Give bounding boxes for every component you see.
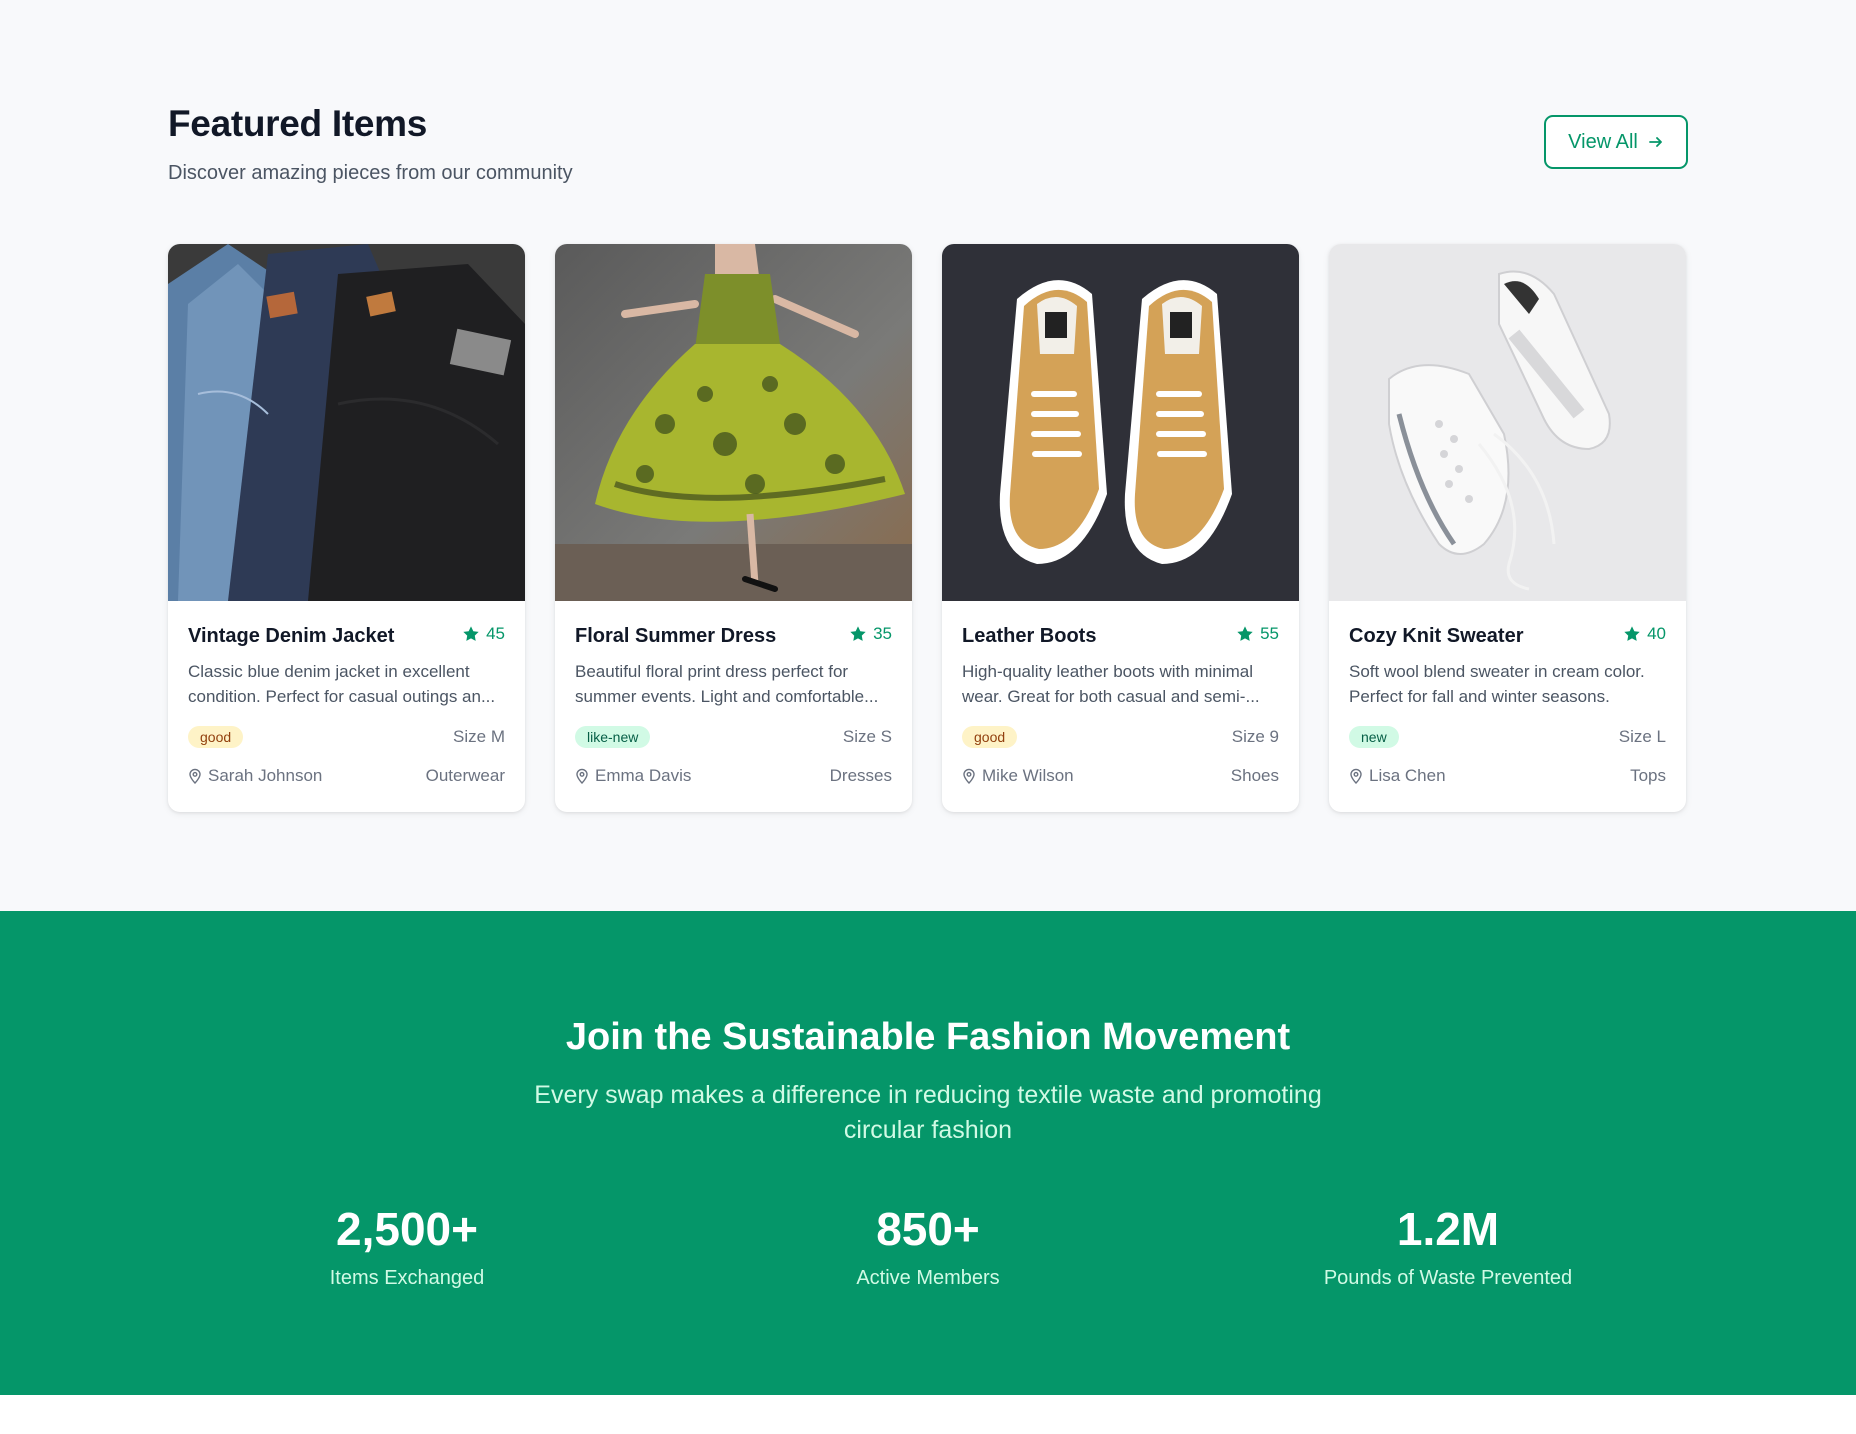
stat-label: Pounds of Waste Prevented xyxy=(1323,1267,1573,1289)
item-image-running-shoes xyxy=(1329,244,1686,601)
movement-banner: Join the Sustainable Fashion Movement Ev… xyxy=(0,911,1856,1395)
item-category: Dresses xyxy=(829,766,892,785)
item-owner: Lisa Chen xyxy=(1349,766,1446,786)
star-icon xyxy=(1624,626,1640,641)
stat-waste-prevented: 1.2M Pounds of Waste Prevented xyxy=(1248,1201,1648,1291)
owner-name: Mike Wilson xyxy=(982,766,1074,785)
item-rating: 40 xyxy=(1623,624,1666,644)
location-pin-icon xyxy=(576,768,588,784)
item-title: Leather Boots xyxy=(962,624,1097,647)
condition-badge: good xyxy=(962,726,1018,748)
stat-value: 2,500+ xyxy=(336,1203,478,1255)
item-image-sneakers xyxy=(942,244,1299,601)
location-pin-icon xyxy=(1350,768,1362,784)
featured-header: Featured Items Discover amazing pieces f… xyxy=(168,100,1688,190)
view-all-label: View All xyxy=(1568,130,1638,153)
item-owner: Emma Davis xyxy=(575,766,691,786)
stat-value: 1.2M xyxy=(1396,1203,1500,1255)
location-pin-icon xyxy=(963,768,975,784)
item-card[interactable]: Floral Summer Dress 35 Beautiful floral … xyxy=(555,244,912,812)
item-image-dress xyxy=(555,244,912,601)
owner-name: Sarah Johnson xyxy=(208,766,323,785)
item-title: Cozy Knit Sweater xyxy=(1349,624,1524,647)
item-rating: 35 xyxy=(849,624,892,644)
condition-badge: new xyxy=(1349,726,1399,748)
item-size: Size L xyxy=(1618,727,1666,746)
stat-items-exchanged: 2,500+ Items Exchanged xyxy=(207,1201,607,1291)
owner-name: Emma Davis xyxy=(595,766,692,785)
item-rating: 55 xyxy=(1236,624,1279,644)
owner-name: Lisa Chen xyxy=(1369,766,1446,785)
location-pin-icon xyxy=(189,768,201,784)
stat-label: Active Members xyxy=(856,1267,1000,1289)
rating-value: 55 xyxy=(1260,624,1279,643)
stat-value: 850+ xyxy=(876,1203,980,1255)
item-card[interactable]: Vintage Denim Jacket 45 Classic blue den… xyxy=(168,244,525,812)
item-description: Beautiful floral print dress perfect for… xyxy=(575,662,879,706)
item-size: Size M xyxy=(453,727,505,746)
item-description: High-quality leather boots with minimal … xyxy=(962,662,1260,706)
item-category: Shoes xyxy=(1230,766,1279,785)
stat-active-members: 850+ Active Members xyxy=(728,1201,1128,1291)
item-description: Soft wool blend sweater in cream color. … xyxy=(1349,662,1645,706)
item-image-denim xyxy=(168,244,525,601)
item-description: Classic blue denim jacket in excellent c… xyxy=(188,662,496,706)
item-grid: Vintage Denim Jacket 45 Classic blue den… xyxy=(168,244,1686,812)
view-all-button[interactable]: View All xyxy=(1544,115,1688,169)
section-title: Featured Items xyxy=(168,103,427,144)
item-owner: Sarah Johnson xyxy=(188,766,322,786)
item-category: Tops xyxy=(1630,766,1666,785)
item-card[interactable]: Leather Boots 55 High-quality leather bo… xyxy=(942,244,1299,812)
featured-section: Featured Items Discover amazing pieces f… xyxy=(0,0,1856,911)
item-rating: 45 xyxy=(462,624,505,644)
banner-title: Join the Sustainable Fashion Movement xyxy=(565,1016,1291,1058)
star-icon xyxy=(850,626,866,641)
condition-badge: good xyxy=(188,726,244,748)
section-subtitle: Discover amazing pieces from our communi… xyxy=(168,162,573,184)
star-icon xyxy=(1237,626,1253,641)
arrow-right-icon xyxy=(1648,137,1662,147)
item-category: Outerwear xyxy=(425,766,505,785)
rating-value: 45 xyxy=(486,624,505,643)
stat-label: Items Exchanged xyxy=(329,1267,485,1289)
star-icon xyxy=(463,626,479,641)
banner-subtitle: Every swap makes a difference in reducin… xyxy=(534,1081,1322,1144)
rating-value: 40 xyxy=(1647,624,1666,643)
item-owner: Mike Wilson xyxy=(962,766,1074,786)
item-title: Vintage Denim Jacket xyxy=(188,624,395,647)
rating-value: 35 xyxy=(873,624,892,643)
condition-badge: like-new xyxy=(575,726,651,748)
item-size: Size S xyxy=(842,727,892,746)
item-size: Size 9 xyxy=(1231,727,1279,746)
item-title: Floral Summer Dress xyxy=(575,624,777,647)
item-card[interactable]: Cozy Knit Sweater 40 Soft wool blend swe… xyxy=(1329,244,1686,812)
